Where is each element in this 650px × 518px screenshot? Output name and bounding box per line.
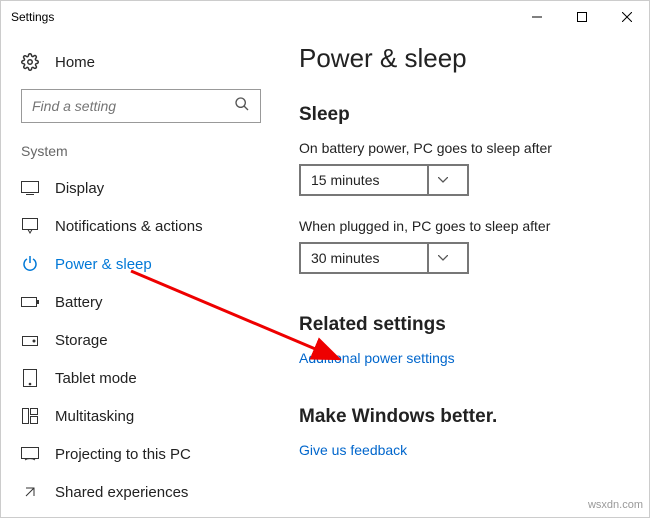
display-icon bbox=[21, 179, 39, 197]
titlebar: Settings bbox=[1, 1, 649, 33]
shared-icon bbox=[21, 483, 39, 501]
sidebar: Home System Display Notifications & acti… bbox=[1, 33, 281, 517]
chevron-down-icon bbox=[427, 244, 457, 272]
sleep-heading: Sleep bbox=[299, 104, 619, 126]
page-title: Power & sleep bbox=[299, 43, 619, 74]
tablet-icon bbox=[21, 369, 39, 387]
sidebar-item-notifications[interactable]: Notifications & actions bbox=[1, 207, 281, 245]
plugged-sleep-select[interactable]: 30 minutes bbox=[299, 242, 469, 274]
minimize-button[interactable] bbox=[514, 1, 559, 33]
close-button[interactable] bbox=[604, 1, 649, 33]
sidebar-item-label: Projecting to this PC bbox=[55, 446, 191, 463]
sidebar-item-label: Power & sleep bbox=[55, 256, 152, 273]
gear-icon bbox=[21, 53, 39, 71]
sidebar-item-label: Notifications & actions bbox=[55, 218, 203, 235]
window-controls bbox=[514, 1, 649, 33]
related-heading: Related settings bbox=[299, 314, 619, 336]
window-title: Settings bbox=[11, 10, 54, 24]
search-input[interactable] bbox=[32, 98, 234, 114]
sidebar-item-shared-experiences[interactable]: Shared experiences bbox=[1, 473, 281, 511]
battery-sleep-select[interactable]: 15 minutes bbox=[299, 164, 469, 196]
sidebar-item-projecting[interactable]: Projecting to this PC bbox=[1, 435, 281, 473]
sidebar-item-power-sleep[interactable]: Power & sleep bbox=[1, 245, 281, 283]
sidebar-item-label: Storage bbox=[55, 332, 108, 349]
sidebar-item-label: Display bbox=[55, 180, 104, 197]
sidebar-item-display[interactable]: Display bbox=[1, 169, 281, 207]
feedback-heading: Make Windows better. bbox=[299, 406, 619, 428]
sidebar-item-multitasking[interactable]: Multitasking bbox=[1, 397, 281, 435]
search-icon bbox=[234, 96, 250, 117]
battery-sleep-value: 15 minutes bbox=[311, 172, 379, 188]
maximize-icon bbox=[577, 12, 587, 22]
search-box[interactable] bbox=[21, 89, 261, 123]
additional-power-settings-link[interactable]: Additional power settings bbox=[299, 350, 619, 366]
plugged-sleep-label: When plugged in, PC goes to sleep after bbox=[299, 218, 619, 234]
sidebar-item-label: Shared experiences bbox=[55, 484, 188, 501]
plugged-sleep-value: 30 minutes bbox=[311, 250, 379, 266]
home-label: Home bbox=[55, 54, 95, 71]
main-panel: Power & sleep Sleep On battery power, PC… bbox=[281, 33, 649, 517]
maximize-button[interactable] bbox=[559, 1, 604, 33]
chevron-down-icon bbox=[427, 166, 457, 194]
sidebar-item-storage[interactable]: Storage bbox=[1, 321, 281, 359]
multitasking-icon bbox=[21, 407, 39, 425]
sidebar-item-label: Multitasking bbox=[55, 408, 134, 425]
minimize-icon bbox=[532, 12, 542, 22]
battery-sleep-label: On battery power, PC goes to sleep after bbox=[299, 140, 619, 156]
home-button[interactable]: Home bbox=[1, 45, 281, 85]
close-icon bbox=[622, 12, 632, 22]
storage-icon bbox=[21, 331, 39, 349]
watermark: wsxdn.com bbox=[588, 499, 643, 511]
sidebar-item-battery[interactable]: Battery bbox=[1, 283, 281, 321]
sidebar-item-label: Tablet mode bbox=[55, 370, 137, 387]
feedback-link[interactable]: Give us feedback bbox=[299, 442, 619, 458]
notifications-icon bbox=[21, 217, 39, 235]
sidebar-item-label: Battery bbox=[55, 294, 103, 311]
sidebar-item-tablet-mode[interactable]: Tablet mode bbox=[1, 359, 281, 397]
content: Home System Display Notifications & acti… bbox=[1, 33, 649, 517]
sidebar-group-label: System bbox=[1, 143, 281, 169]
power-icon bbox=[21, 255, 39, 273]
battery-icon bbox=[21, 293, 39, 311]
projecting-icon bbox=[21, 445, 39, 463]
